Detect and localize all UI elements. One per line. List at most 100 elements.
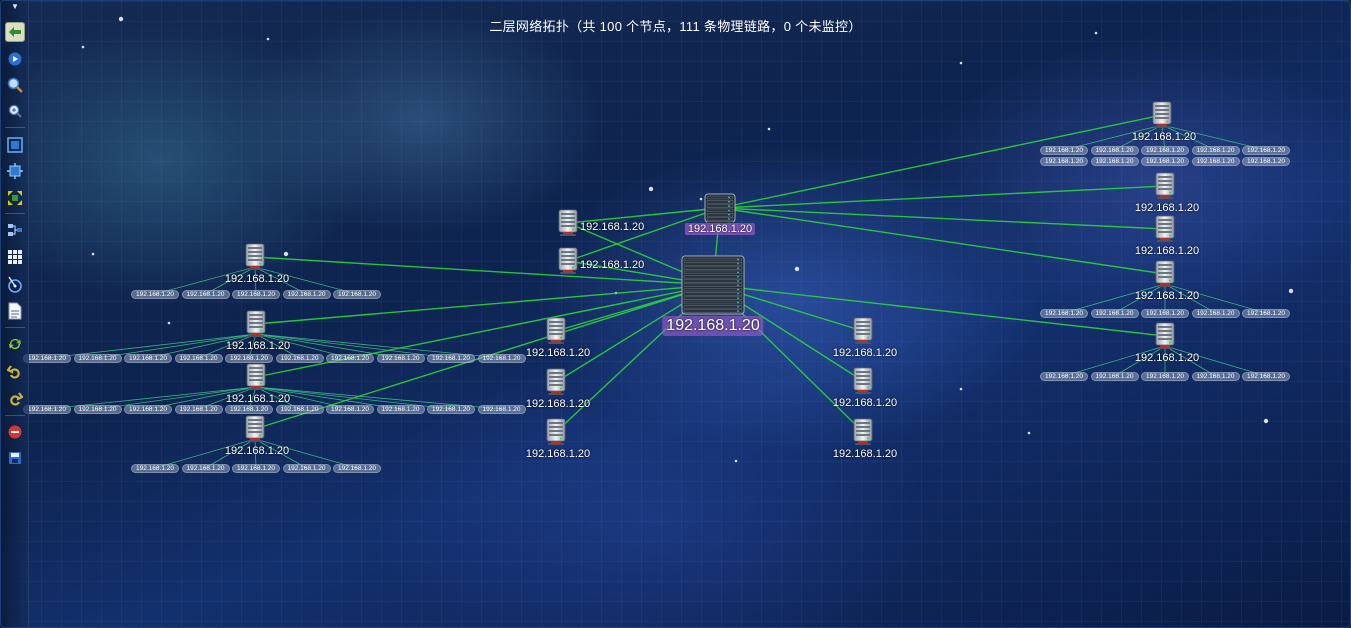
leaf-host-label[interactable]: 192.168.1.20 (23, 405, 71, 414)
leaf-host-label[interactable]: 192.168.1.20 (1090, 309, 1139, 318)
leaf-host-label[interactable]: 192.168.1.20 (1191, 309, 1240, 318)
leaf-host-label[interactable]: 192.168.1.20 (477, 354, 526, 363)
node-label: 192.168.1.20 (1134, 202, 1200, 214)
leaf-host-label[interactable]: 192.168.1.20 (1040, 157, 1088, 166)
topology-layout-button[interactable] (5, 220, 25, 240)
leaf-host-label[interactable]: 192.168.1.20 (1141, 157, 1189, 166)
leaf-host-label[interactable]: 192.168.1.20 (73, 405, 122, 414)
zoom-in-button[interactable] (5, 101, 25, 121)
leaf-host-label[interactable]: 192.168.1.20 (1242, 146, 1290, 155)
leaf-host-label[interactable]: 192.168.1.20 (1242, 157, 1290, 166)
leaf-host-label[interactable]: 192.168.1.20 (326, 354, 374, 363)
node-label: 192.168.1.20 (580, 221, 645, 233)
undo-icon (7, 363, 23, 379)
node-label: 192.168.1.20 (684, 223, 756, 235)
leaf-host-label[interactable]: 192.168.1.20 (1191, 157, 1240, 166)
leaf-host-label[interactable]: 192.168.1.20 (275, 354, 324, 363)
star-decoration (283, 251, 289, 257)
link-agg-R2[interactable] (719, 185, 1166, 209)
leaf-host-label[interactable]: 192.168.1.20 (1090, 146, 1139, 155)
node-label: 192.168.1.20 (832, 347, 898, 359)
leaf-host-label[interactable]: 192.168.1.20 (1141, 146, 1189, 155)
play-button[interactable] (5, 49, 25, 69)
leaf-host-label[interactable]: 192.168.1.20 (1040, 309, 1088, 318)
back-arrow-icon (8, 26, 22, 38)
leaf-host-label[interactable]: 192.168.1.20 (326, 405, 374, 414)
page-title: 二层网络拓扑（共 100 个节点，111 条物理链路，0 个未监控） (489, 19, 862, 34)
leaf-host-label[interactable]: 192.168.1.20 (131, 290, 179, 299)
undo-button[interactable] (5, 361, 25, 381)
leaf-host-label[interactable]: 192.168.1.20 (174, 354, 223, 363)
leaf-host-label[interactable]: 192.168.1.20 (124, 405, 172, 414)
star-decoration (91, 252, 95, 256)
leaf-host-label[interactable]: 192.168.1.20 (1242, 372, 1290, 381)
leaf-host-label[interactable]: 192.168.1.20 (1191, 372, 1240, 381)
leaf-host-label[interactable]: 192.168.1.20 (1191, 146, 1240, 155)
leaf-host-label[interactable]: 192.168.1.20 (1141, 309, 1189, 318)
leaf-host-label[interactable]: 192.168.1.20 (1242, 309, 1290, 318)
leaf-host-label[interactable]: 192.168.1.20 (1040, 372, 1088, 381)
leaf-host-label[interactable]: 192.168.1.20 (225, 405, 273, 414)
node-label: 192.168.1.20 (1134, 352, 1200, 364)
export-document-button[interactable] (5, 301, 25, 321)
leaf-host-label[interactable]: 192.168.1.20 (427, 405, 475, 414)
magnifier-button[interactable] (5, 75, 25, 95)
leaf-host-label[interactable]: 192.168.1.20 (232, 290, 280, 299)
redo-icon (7, 390, 23, 406)
stop-icon (8, 425, 22, 439)
star-decoration (167, 321, 171, 325)
leaf-host-label[interactable]: 192.168.1.20 (1040, 146, 1088, 155)
back-arrow-button[interactable] (5, 22, 25, 42)
leaf-host-label[interactable]: 192.168.1.20 (376, 354, 425, 363)
leaf-host-label[interactable]: 192.168.1.20 (174, 405, 223, 414)
leaf-host-label[interactable]: 192.168.1.20 (333, 290, 381, 299)
server-icon (245, 363, 267, 391)
leaf-host-label[interactable]: 192.168.1.20 (376, 405, 425, 414)
star-decoration (699, 197, 703, 201)
leaf-host-label[interactable]: 192.168.1.20 (23, 354, 71, 363)
leaf-host-label[interactable]: 192.168.1.20 (181, 464, 230, 473)
left-toolbar: ▼ (1, 1, 29, 627)
leaf-host-label[interactable]: 192.168.1.20 (427, 354, 475, 363)
leaf-host-label[interactable]: 192.168.1.20 (131, 464, 179, 473)
star-decoration (1288, 288, 1294, 294)
server-icon (1154, 215, 1176, 243)
leaf-host-label[interactable]: 192.168.1.20 (333, 464, 381, 473)
redo-button[interactable] (5, 388, 25, 408)
save-icon (8, 451, 22, 465)
server-icon (852, 367, 874, 395)
save-button[interactable] (5, 448, 25, 468)
leaf-host-label[interactable]: 192.168.1.20 (232, 464, 280, 473)
node-label: 192.168.1.20 (525, 448, 591, 460)
node-label: 192.168.1.20 (832, 397, 898, 409)
star-decoration (81, 45, 85, 49)
node-label: 192.168.1.20 (224, 273, 290, 285)
stop-button[interactable] (5, 422, 25, 442)
node-label: 192.168.1.20 (580, 259, 645, 271)
link-core-L1[interactable] (254, 256, 714, 286)
leaf-host-label[interactable]: 192.168.1.20 (181, 290, 230, 299)
actual-size-button[interactable] (5, 161, 25, 181)
leaf-host-label[interactable]: 192.168.1.20 (1090, 372, 1139, 381)
toolbar-separator (5, 327, 25, 328)
leaf-host-label[interactable]: 192.168.1.20 (477, 405, 526, 414)
toolbar-grip-icon[interactable]: ▼ (10, 3, 20, 11)
leaf-host-label[interactable]: 192.168.1.20 (1090, 157, 1139, 166)
leaf-host-label[interactable]: 192.168.1.20 (73, 354, 122, 363)
fit-window-button[interactable] (5, 135, 25, 155)
leaf-host-label[interactable]: 192.168.1.20 (1141, 372, 1189, 381)
topology-canvas[interactable]: 二层网络拓扑（共 100 个节点，111 条物理链路，0 个未监控） 192.1… (0, 0, 1351, 628)
leaf-host-label[interactable]: 192.168.1.20 (282, 290, 331, 299)
star-decoration (648, 186, 654, 192)
server-icon (557, 209, 579, 237)
leaf-host-label[interactable]: 192.168.1.20 (225, 354, 273, 363)
magnifier-icon (7, 77, 23, 93)
refresh-button[interactable] (5, 334, 25, 354)
grid-layout-button[interactable] (5, 247, 25, 267)
radar-button[interactable] (5, 274, 25, 294)
server-icon (852, 418, 874, 446)
leaf-host-label[interactable]: 192.168.1.20 (275, 405, 324, 414)
leaf-host-label[interactable]: 192.168.1.20 (282, 464, 331, 473)
expand-button[interactable] (5, 188, 25, 208)
leaf-host-label[interactable]: 192.168.1.20 (124, 354, 172, 363)
